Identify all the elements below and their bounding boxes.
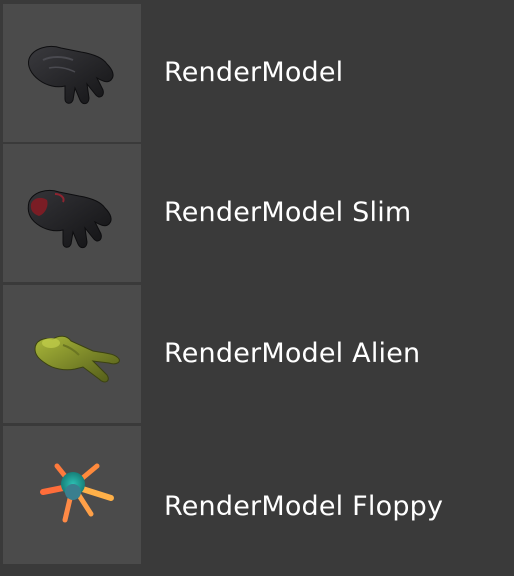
floppy-hand-icon bbox=[40, 463, 114, 523]
item-label: RenderModel Alien bbox=[164, 338, 421, 369]
render-model-list: RenderModel RenderModel Slim RenderModel… bbox=[0, 0, 514, 569]
item-label: RenderModel Slim bbox=[164, 197, 412, 228]
item-label: RenderModel Floppy bbox=[164, 491, 444, 522]
thumbnail bbox=[3, 285, 141, 423]
glove-icon bbox=[28, 45, 114, 105]
list-item-render-model[interactable]: RenderModel bbox=[3, 4, 514, 142]
glove-slim-icon bbox=[27, 189, 112, 249]
thumbnail bbox=[3, 144, 141, 282]
list-item-render-model-slim[interactable]: RenderModel Slim bbox=[3, 144, 514, 282]
thumbnail bbox=[3, 4, 141, 142]
item-label: RenderModel bbox=[164, 57, 344, 88]
list-item-render-model-alien[interactable]: RenderModel Alien bbox=[3, 285, 514, 423]
thumbnail bbox=[3, 426, 141, 564]
list-item-render-model-floppy[interactable]: RenderModel Floppy bbox=[3, 426, 514, 564]
alien-hand-icon bbox=[34, 335, 120, 383]
